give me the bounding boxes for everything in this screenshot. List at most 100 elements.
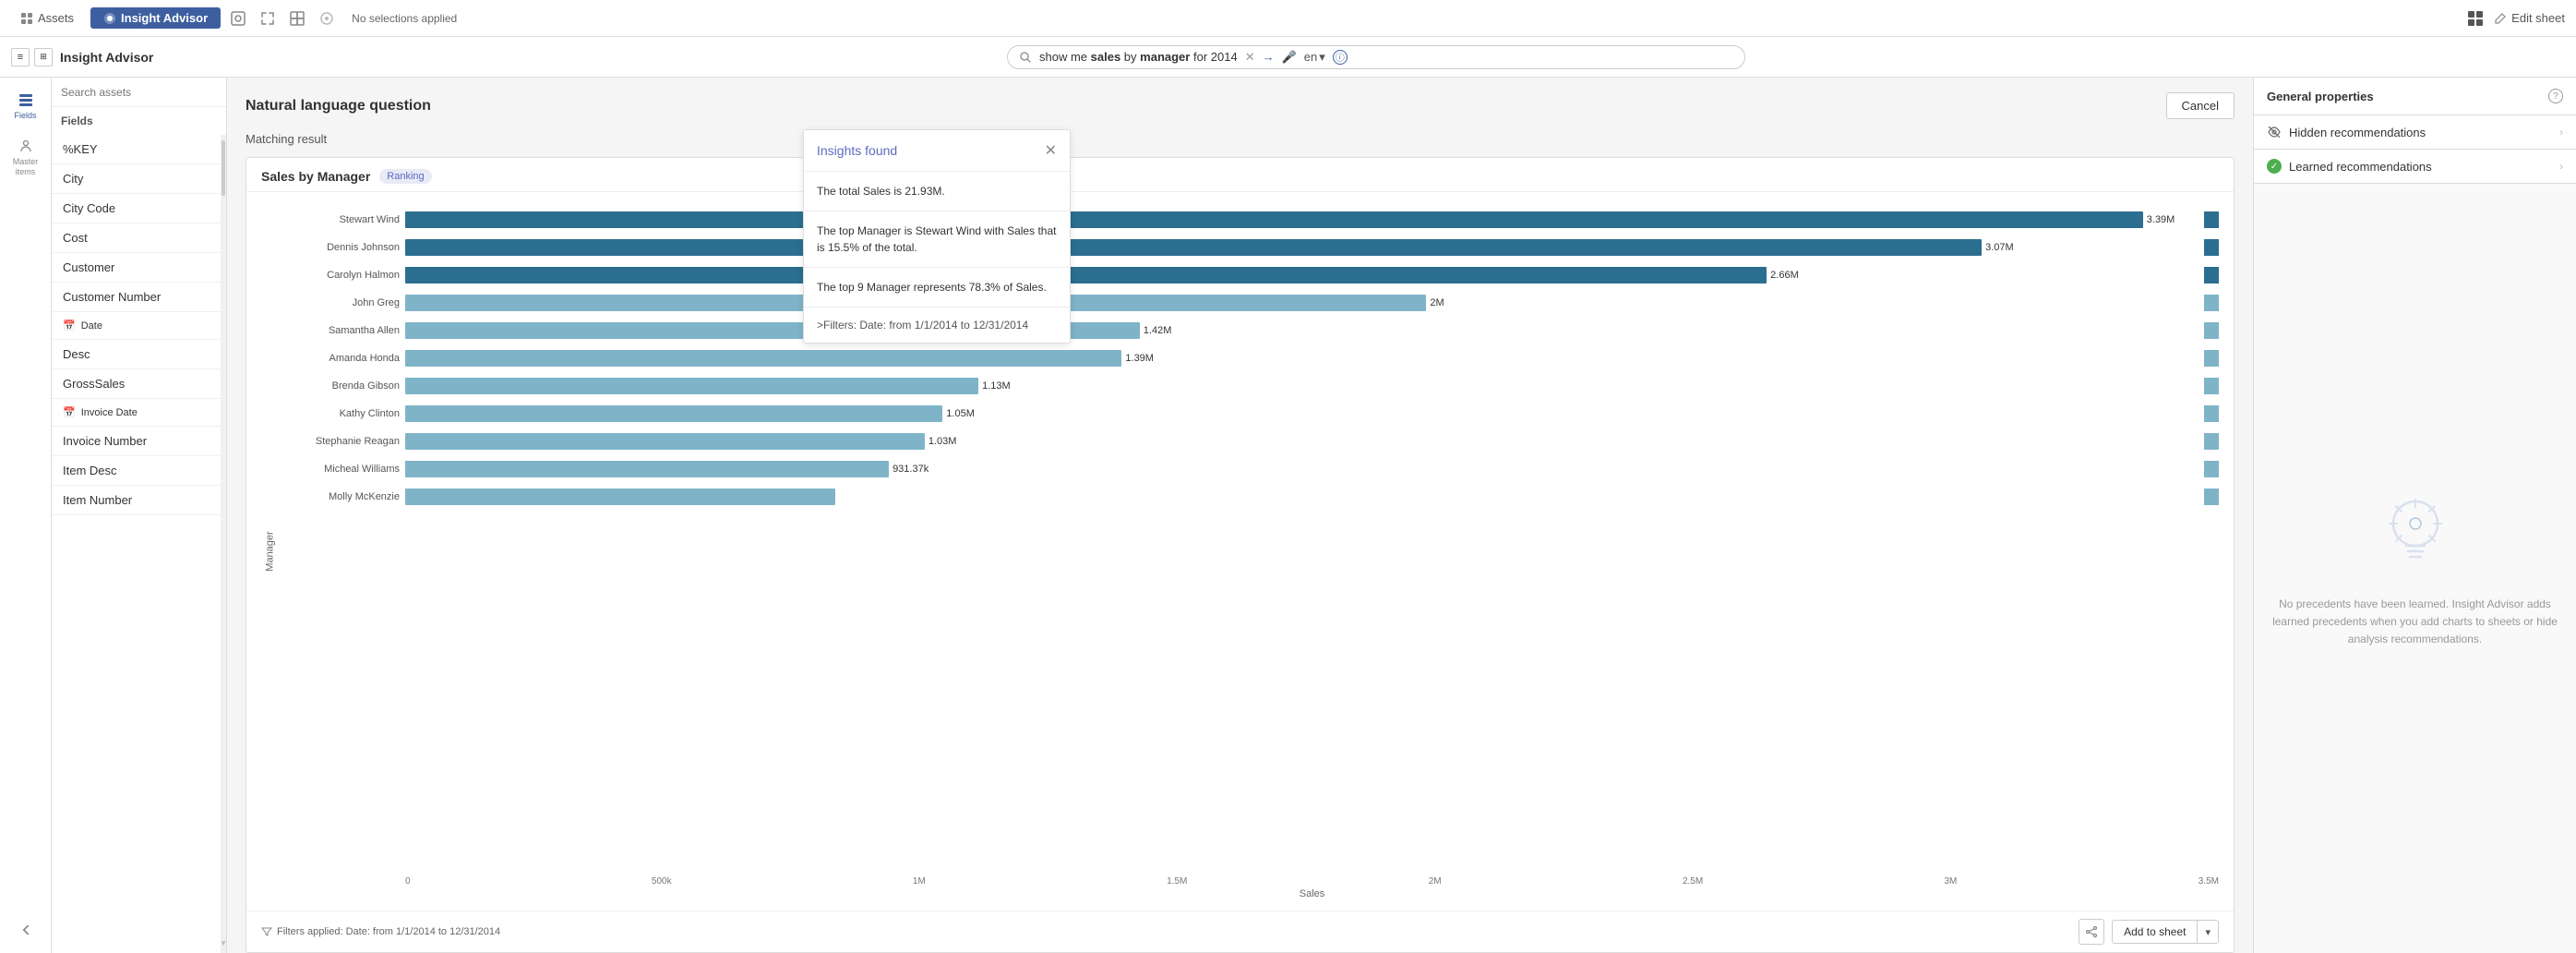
bar-label: Dennis Johnson	[280, 242, 400, 253]
bar-label: John Greg	[280, 297, 400, 308]
add-to-sheet-chevron[interactable]: ▾	[2198, 922, 2218, 943]
field-item-city[interactable]: City	[52, 164, 221, 194]
cancel-button[interactable]: Cancel	[2166, 92, 2235, 119]
field-item-invoice-date[interactable]: 📅 Invoice Date	[52, 399, 221, 427]
calendar-icon-2: 📅	[63, 406, 76, 418]
bar-chart: Stewart Wind 3.39M Dennis Johnson	[280, 203, 2219, 873]
field-item-date[interactable]: 📅 Date	[52, 312, 221, 340]
field-label: Cost	[63, 231, 88, 245]
learned-recommendations-row[interactable]: ✓ Learned recommendations ›	[2254, 150, 2576, 183]
field-label: Customer Number	[63, 290, 161, 304]
help-icon[interactable]: ?	[2548, 89, 2563, 103]
bar-side	[2204, 211, 2219, 228]
filters-applied-text: Filters applied: Date: from 1/1/2014 to …	[261, 926, 500, 937]
lightbulb-illustration	[2378, 489, 2452, 581]
field-item-city-code[interactable]: City Code	[52, 194, 221, 223]
expand-icon[interactable]	[258, 8, 278, 29]
search-clear-icon[interactable]: ✕	[1245, 50, 1255, 65]
layout-icon[interactable]	[287, 8, 307, 29]
search-assets-input[interactable]	[61, 86, 217, 99]
bar-label: Kathy Clinton	[280, 408, 400, 419]
filter-text: >Filters: Date: from 1/1/2014 to 12/31/2…	[817, 319, 1028, 332]
search-mode-icon[interactable]	[228, 8, 248, 29]
scroll-down-arrow: ▼	[220, 939, 226, 951]
grid-view-icon[interactable]	[2466, 9, 2485, 28]
bar-value: 3.07M	[1985, 242, 2014, 253]
field-item-invoice-number[interactable]: Invoice Number	[52, 427, 221, 456]
search-submit-icon[interactable]: →	[1263, 50, 1275, 64]
panel-toggle[interactable]: ≡ ⊞	[11, 48, 53, 66]
bar-row-3: Carolyn Halmon 2.66M	[280, 262, 2219, 288]
fields-list: %KEY City City Code Cost Customer Custom…	[52, 135, 221, 953]
search-query-text: show me sales by manager for 2014	[1039, 50, 1238, 64]
x-tick: 3.5M	[2199, 876, 2219, 887]
bar-value: 1.13M	[982, 380, 1011, 392]
bar-value: 1.42M	[1144, 325, 1172, 336]
bar-side	[2204, 433, 2219, 450]
hidden-recommendations-row[interactable]: Hidden recommendations ›	[2254, 115, 2576, 149]
bar-container: 1.42M	[405, 322, 2197, 339]
sidebar-collapse-btn[interactable]	[0, 914, 51, 946]
field-item-customer-number[interactable]: Customer Number	[52, 283, 221, 312]
bar-container: 1.39M	[405, 350, 2197, 367]
sidebar-item-fields[interactable]: Fields	[0, 85, 51, 127]
section-left: Hidden recommendations	[2267, 125, 2426, 139]
content-area: Natural language question Cancel Matchin…	[227, 78, 2253, 953]
assets-tab[interactable]: Assets	[11, 11, 83, 25]
filter-icon	[261, 926, 272, 937]
field-item-customer[interactable]: Customer	[52, 253, 221, 283]
right-panel: General properties ? Hidden recommendati…	[2253, 78, 2576, 953]
master-items-icon	[18, 139, 34, 155]
fields-search[interactable]	[52, 78, 226, 107]
field-item-cost[interactable]: Cost	[52, 223, 221, 253]
bar-value: 2M	[1430, 297, 1444, 308]
field-label: Date	[81, 320, 102, 332]
x-tick: 0	[405, 876, 411, 887]
bar-container: 3.07M	[405, 239, 2197, 256]
x-tick: 500k	[652, 876, 672, 887]
content-header: Natural language question Cancel	[227, 78, 2253, 128]
language-code: en	[1304, 50, 1317, 64]
learned-recommendations-section[interactable]: ✓ Learned recommendations ›	[2254, 150, 2576, 184]
language-selector[interactable]: en ▾	[1304, 50, 1325, 65]
share-icon[interactable]	[2079, 919, 2104, 945]
toolbar-icons	[228, 8, 337, 29]
insight-text: The top 9 Manager represents 78.3% of Sa…	[817, 281, 1047, 294]
field-item-item-number[interactable]: Item Number	[52, 486, 221, 515]
bar-label: Amanda Honda	[280, 353, 400, 364]
field-item-gross-sales[interactable]: GrossSales	[52, 369, 221, 399]
bar-container: 1.13M	[405, 378, 2197, 394]
chart-card: Sales by Manager Ranking Manager S	[246, 157, 2235, 953]
search-voice-icon[interactable]: 🎤	[1282, 50, 1297, 65]
secondbar-title: Insight Advisor	[60, 50, 180, 65]
bar-side	[2204, 405, 2219, 422]
search-help-icon[interactable]: ⓘ	[1333, 50, 1348, 65]
bar-container: 931.37k	[405, 461, 2197, 477]
hidden-recommendations-section[interactable]: Hidden recommendations ›	[2254, 115, 2576, 150]
section-chevron: ›	[2559, 160, 2563, 173]
edit-sheet-button[interactable]: Edit sheet	[2494, 11, 2565, 25]
ranking-badge: Ranking	[379, 169, 431, 184]
bar-label: Brenda Gibson	[280, 380, 400, 392]
search-bar[interactable]: show me sales by manager for 2014 ✕ → 🎤 …	[1007, 45, 1745, 69]
matching-result-label: Matching result	[227, 128, 2253, 157]
search-actions: ✕ → 🎤 en ▾ ⓘ	[1245, 50, 1348, 65]
insight-advisor-tab[interactable]: Insight Advisor	[90, 7, 221, 29]
field-item-key[interactable]: %KEY	[52, 135, 221, 164]
pin-icon[interactable]	[317, 8, 337, 29]
field-label: Invoice Number	[63, 434, 147, 448]
bar-side	[2204, 322, 2219, 339]
x-tick: 2.5M	[1683, 876, 1703, 887]
x-tick: 1.5M	[1167, 876, 1187, 887]
add-to-sheet-button[interactable]: Add to sheet ▾	[2112, 920, 2219, 944]
footer-actions: Add to sheet ▾	[2079, 919, 2219, 945]
bar-fill	[405, 433, 925, 450]
field-item-desc[interactable]: Desc	[52, 340, 221, 369]
field-item-item-desc[interactable]: Item Desc	[52, 456, 221, 486]
scrollbar-thumb[interactable]	[222, 140, 225, 196]
sidebar-item-master-items[interactable]: Master items	[0, 131, 51, 185]
x-axis-ticks: 0 500k 1M 1.5M 2M 2.5M 3M 3.5M	[280, 876, 2219, 887]
fields-panel: Fields %KEY City City Code Cost Customer	[52, 78, 227, 953]
bar-container: 1.05M	[405, 405, 2197, 422]
insights-close-button[interactable]: ✕	[1045, 141, 1057, 160]
